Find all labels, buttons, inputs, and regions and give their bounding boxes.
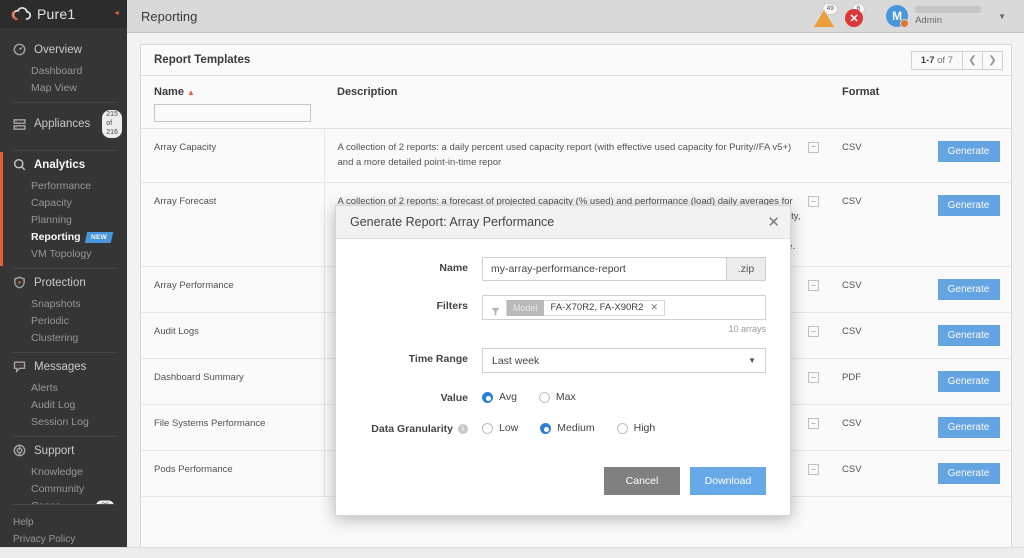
modal-header: Generate Report: Array Performance ✕ — [336, 206, 790, 239]
radio-indicator — [616, 422, 628, 434]
field-time-range: Time Range Last week ▼ — [360, 348, 766, 373]
filters-control: Model FA-X70R2, FA-X90R2 ✕ 10 arrays — [482, 295, 766, 334]
field-value: Value Avg Max — [360, 387, 766, 404]
name-input-group: .zip — [482, 257, 766, 281]
cancel-button[interactable]: Cancel — [604, 467, 680, 495]
name-control: .zip — [482, 257, 766, 281]
granularity-radio-high[interactable]: High — [616, 422, 656, 434]
field-name: Name .zip — [360, 257, 766, 281]
granularity-radio-group: Low Medium High — [482, 418, 766, 434]
main-area: Reporting 49 6 ✕ M Admin ▼ Report Templa… — [0, 0, 1024, 558]
modal-footer: Cancel Download — [336, 453, 790, 515]
name-label: Name — [439, 262, 468, 274]
granularity-control: Low Medium High — [482, 418, 766, 434]
funnel-icon — [491, 303, 500, 316]
radio-indicator — [538, 391, 550, 403]
radio-label: High — [633, 422, 656, 434]
filter-chip-value: FA-X70R2, FA-X90R2 — [550, 301, 644, 313]
granularity-radio-medium[interactable]: Medium — [540, 422, 595, 434]
radio-label: Max — [555, 391, 576, 403]
granularity-label-text: Data Granularity — [371, 423, 453, 435]
filter-chip-key: Model — [507, 299, 544, 316]
time-range-label: Time Range — [408, 353, 468, 365]
time-range-select[interactable]: Last week ▼ — [482, 348, 766, 373]
generate-report-modal: Generate Report: Array Performance ✕ Nam… — [335, 205, 791, 516]
app-root: Pure1 ◄ Overview Dashboard Map View Applian… — [0, 0, 1024, 558]
radio-indicator — [482, 422, 493, 434]
value-label: Value — [440, 392, 468, 404]
filter-chip[interactable]: Model FA-X70R2, FA-X90R2 ✕ — [506, 299, 665, 316]
radio-indicator — [482, 391, 493, 403]
value-radio-max[interactable]: Max — [538, 391, 576, 403]
value-control: Avg Max — [482, 387, 766, 403]
arrays-count-note: 10 arrays — [728, 324, 766, 334]
value-radio-avg[interactable]: Avg — [482, 391, 517, 403]
bottom-status-strip — [0, 547, 1024, 558]
filter-input-box[interactable]: Model FA-X70R2, FA-X90R2 ✕ — [482, 295, 766, 320]
radio-indicator — [540, 422, 552, 434]
zip-suffix: .zip — [726, 257, 766, 281]
report-name-input[interactable] — [482, 257, 726, 281]
filters-label: Filters — [436, 300, 468, 312]
granularity-label: Data Granularity i — [360, 418, 482, 435]
field-filters: Filters Model FA-X70R2, FA-X90R2 ✕ 10 ar… — [360, 295, 766, 334]
granularity-radio-low[interactable]: Low — [482, 422, 518, 434]
time-range-value: Last week — [492, 354, 540, 367]
close-icon[interactable]: ✕ — [650, 302, 664, 313]
value-radio-group: Avg Max — [482, 387, 766, 403]
download-button[interactable]: Download — [690, 467, 766, 495]
radio-label: Avg — [499, 391, 517, 403]
time-range-control: Last week ▼ — [482, 348, 766, 373]
info-icon[interactable]: i — [458, 424, 468, 435]
modal-title: Generate Report: Array Performance — [350, 215, 555, 229]
field-granularity: Data Granularity i Low Medium High — [360, 418, 766, 435]
chevron-down-icon: ▼ — [748, 356, 756, 365]
modal-body: Name .zip Filters — [336, 239, 790, 453]
radio-label: Medium — [557, 422, 595, 434]
radio-label: Low — [499, 422, 519, 434]
close-icon[interactable]: ✕ — [767, 215, 780, 230]
